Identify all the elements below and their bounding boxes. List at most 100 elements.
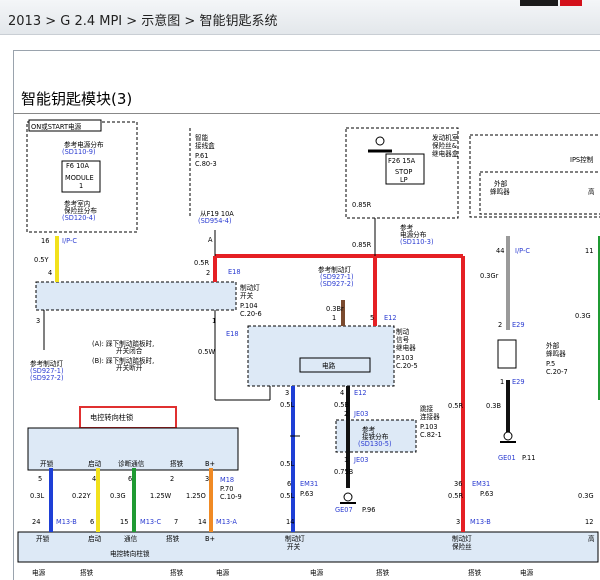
label-e29: E29	[512, 321, 525, 329]
label-sig2: 信号	[396, 335, 410, 344]
label-05l-a: 0.5L	[280, 401, 294, 409]
label-pin14: 14	[198, 518, 206, 526]
label-em31b: EM31	[472, 480, 490, 488]
label-b-esl: 电控转向柱锁	[110, 549, 150, 558]
label-sig-c: C.20-5	[396, 362, 418, 370]
label-f19-code[interactable]: (SD954-4)	[198, 217, 232, 225]
label-ge07-p: P.96	[362, 506, 375, 514]
label-f-power: 电源	[32, 568, 46, 577]
label-ref-power-code[interactable]: (SD110-9)	[62, 148, 96, 156]
label-05b: 0.5B	[334, 401, 349, 409]
label-m13b: M13-B	[56, 518, 77, 526]
label-pin1a: 1	[332, 314, 336, 322]
label-m13a: M13-A	[216, 518, 237, 526]
label-03l: 0.3L	[30, 492, 44, 500]
label-05w: 0.5W	[198, 348, 215, 356]
label-p4: 4	[92, 475, 96, 483]
label-em31: EM31	[300, 480, 318, 488]
label-module-n: 1	[79, 182, 83, 190]
label-p5: 5	[38, 475, 42, 483]
label-ref-lamp-c2[interactable]: (SD927-2)	[320, 280, 354, 288]
label-f-power3: 电源	[310, 568, 324, 577]
label-05r: 0.5R	[194, 259, 209, 267]
label-e12: E12	[384, 314, 397, 322]
label-pin5: 5	[370, 314, 374, 322]
label-note-b2: 开关断开	[116, 363, 143, 372]
label-b-high: 高	[588, 534, 595, 543]
label-eng1: 发动机室	[432, 133, 459, 142]
label-075b: 0.75B	[334, 468, 354, 476]
label-ge07: GE07	[335, 506, 353, 514]
label-ips: IPS控制	[570, 155, 594, 164]
label-lp: LP	[400, 176, 408, 184]
label-05l-c: 0.5L	[280, 492, 294, 500]
label-03g: 0.3G	[110, 492, 126, 500]
label-ipc2: I/P-C	[515, 247, 530, 255]
label-h-start: 启动	[88, 459, 102, 468]
label-b-comm: 通信	[124, 534, 138, 543]
label-b-brk2: 保险丝	[452, 542, 472, 551]
label-05l-b: 0.5L	[280, 460, 294, 468]
label-je03b: JE03	[353, 456, 369, 464]
label-b-lock: 搭铁	[166, 534, 180, 543]
label-m13b2: M13-B	[470, 518, 491, 526]
label-sig-p: P.103	[396, 354, 414, 362]
label-h-diag: 诊断通信	[118, 459, 145, 468]
label-pin14b: 14	[286, 518, 294, 526]
label-m18: M18	[220, 476, 234, 484]
label-ge01: GE01	[498, 454, 516, 462]
label-bsw2: 开关	[240, 291, 254, 300]
label-pin2e29: 2	[498, 321, 502, 329]
label-pin6b: 6	[90, 518, 94, 526]
label-module: MODULE	[65, 174, 94, 182]
label-p2: 2	[170, 475, 174, 483]
label-f-gnd4: 搭铁	[468, 568, 482, 577]
label-m18-c: C.10-9	[220, 493, 242, 501]
label-03g-r: 0.3G	[575, 312, 591, 320]
label-pin3a: 3	[36, 317, 40, 325]
label-b-brk1: 制动灯	[452, 534, 472, 543]
label-buz2: 蜂鸣器	[546, 349, 566, 358]
label-pin3c: 3	[456, 518, 460, 526]
label-buz-c: C.20-7	[546, 368, 568, 376]
label-pin11: 11	[585, 247, 593, 255]
label-jc-c: C.82-1	[420, 431, 442, 439]
label-pin4a: 4	[48, 269, 52, 277]
label-f-gnd2: 搭铁	[170, 568, 184, 577]
label-h-unlock: 开锁	[40, 459, 54, 468]
label-jc2: 连接器	[420, 412, 440, 421]
label-je03: JE03	[353, 410, 369, 418]
label-05y: 0.5Y	[34, 256, 49, 264]
label-f26: F26 15A	[388, 157, 416, 165]
label-bsw-p: P.104	[240, 302, 258, 310]
label-p6: 6	[128, 475, 132, 483]
label-ref-room-code[interactable]: (SD120-4)	[62, 214, 96, 222]
label-a-mark: A	[208, 236, 213, 244]
label-on-start: ON或START电源	[31, 122, 82, 131]
label-p3: 3	[205, 475, 209, 483]
label-h-lock: 搭铁	[170, 459, 184, 468]
label-pin7: 7	[174, 518, 178, 526]
label-buz-p: P.5	[546, 360, 555, 368]
label-05r-b: 0.5R	[448, 402, 463, 410]
label-bsw1: 制动灯	[240, 283, 260, 292]
label-f-gnd3: 搭铁	[376, 568, 390, 577]
label-ref-lamp2-c2[interactable]: (SD927-2)	[30, 374, 64, 382]
label-f6: F6 10A	[66, 162, 89, 170]
label-022y: 0.22Y	[72, 492, 92, 500]
label-pin36: 36	[454, 480, 462, 488]
label-em31b-p: P.63	[480, 490, 493, 498]
label-ref-pd-code[interactable]: (SD110-3)	[400, 238, 434, 246]
label-sig1: 制动	[396, 327, 410, 336]
smart-key-module-box	[17, 531, 599, 563]
label-pin16: 16	[41, 237, 49, 245]
brake-relay-box	[247, 325, 395, 387]
label-085r-a: 0.85R	[352, 201, 372, 209]
label-pin3b: 3	[285, 389, 289, 397]
label-pin6: 6	[287, 480, 291, 488]
label-pin2b: 2	[344, 410, 348, 418]
label-jb-p: P.61	[195, 152, 208, 160]
label-ref-jc-code[interactable]: (SD130-5)	[358, 440, 392, 448]
ips-box	[469, 134, 600, 218]
label-pin1b: 1	[212, 317, 216, 325]
